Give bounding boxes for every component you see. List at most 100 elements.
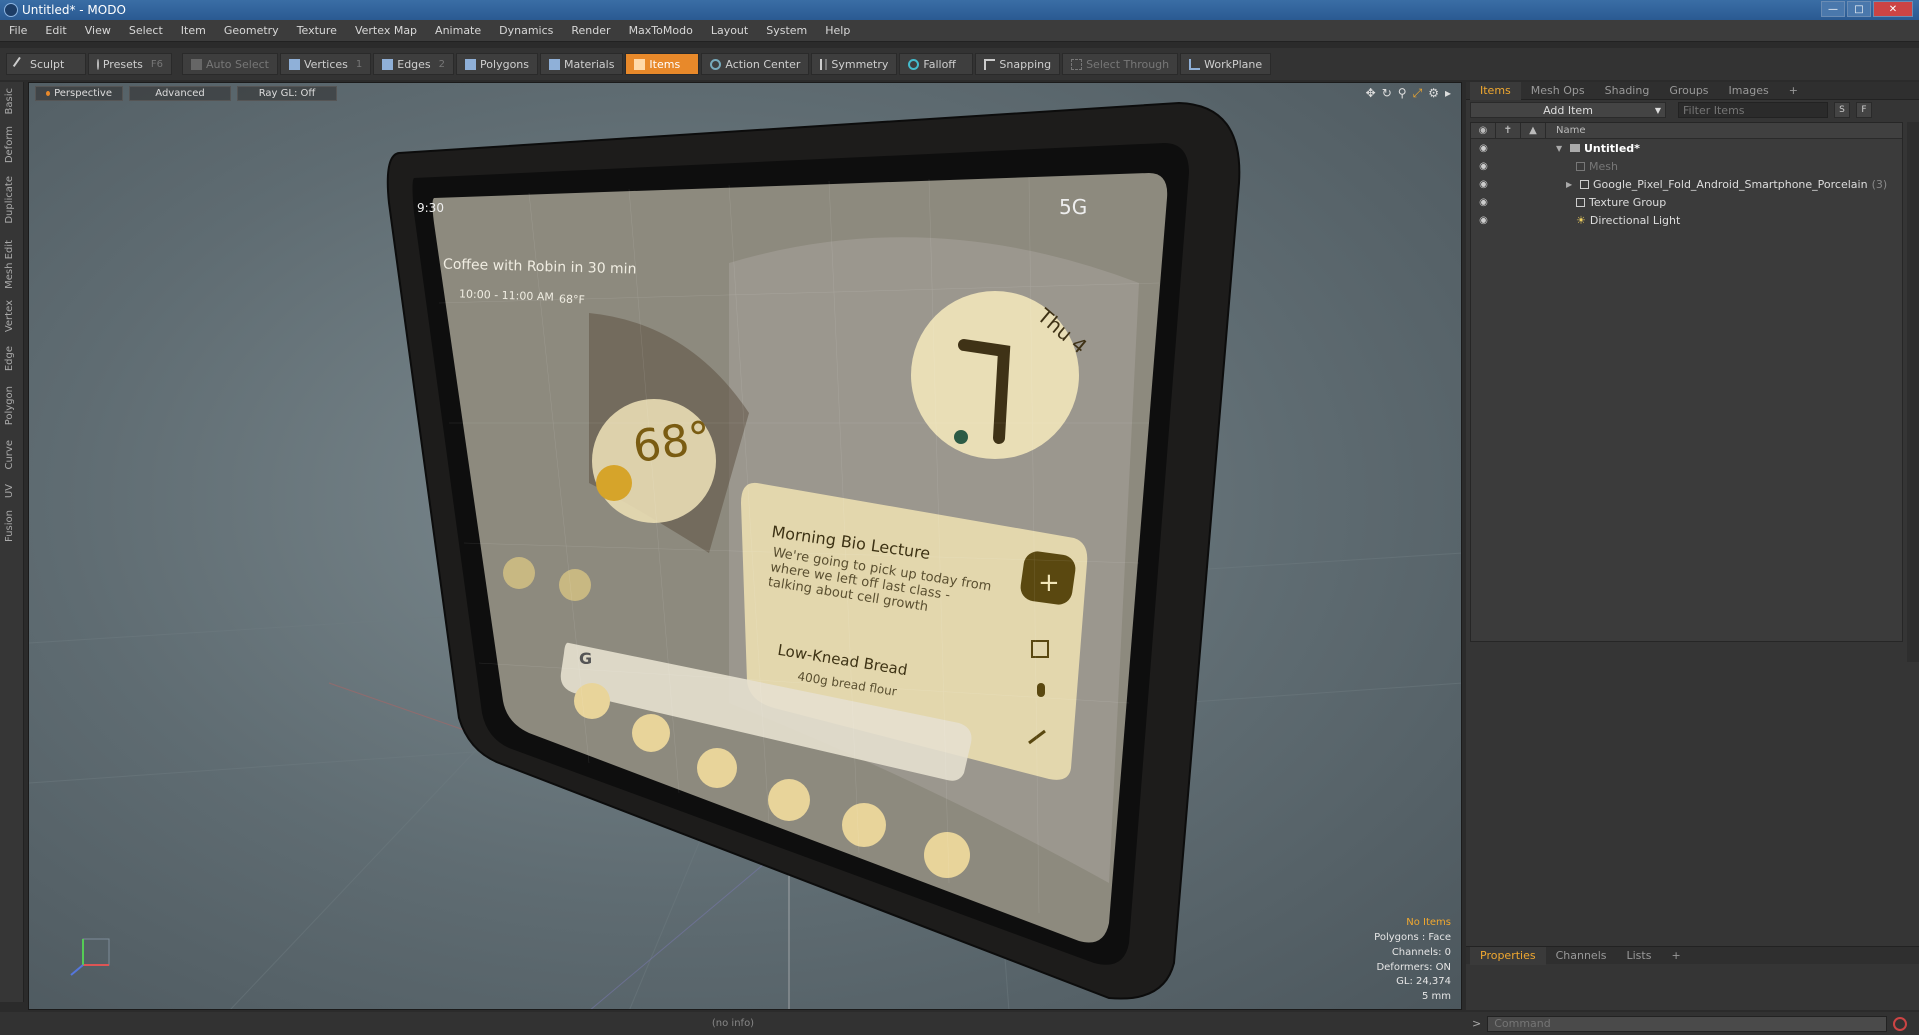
tab-lists[interactable]: Lists [1617,947,1662,965]
tab-duplicate[interactable]: Duplicate [4,176,15,224]
expand-arrow-icon[interactable]: ▸ [1445,86,1451,101]
tab-uv[interactable]: UV [4,484,15,498]
maximize-icon[interactable]: ⤢ [1413,86,1423,101]
menu-dynamics[interactable]: Dynamics [490,20,562,42]
action-center-button[interactable]: Action Center [701,53,810,75]
edges-button[interactable]: Edges 2 [373,53,455,75]
tab-curve[interactable]: Curve [4,440,15,470]
eye-icon[interactable]: ◉ [1471,197,1496,208]
close-button[interactable]: ✕ [1873,1,1913,17]
viewport-info: No Items Polygons : Face Channels: 0 Def… [1374,916,1451,1005]
tab-vertex[interactable]: Vertex [4,300,15,332]
vertices-shortcut: 1 [355,58,363,70]
maximize-button[interactable]: □ [1847,1,1871,17]
add-tab-icon[interactable]: + [1661,947,1690,965]
rotate-icon[interactable]: ↻ [1382,86,1392,101]
sculpt-button[interactable]: Sculpt [6,53,86,75]
tab-edge[interactable]: Edge [4,346,15,371]
tab-shading[interactable]: Shading [1595,82,1660,100]
tree-item-label: Google_Pixel_Fold_Android_Smartphone_Por… [1593,177,1868,191]
tab-polygon[interactable]: Polygon [4,386,15,425]
tree-row-directional-light[interactable]: ◉ ☀ Directional Light [1471,211,1902,229]
tree-row-phone[interactable]: ◉ ▶ Google_Pixel_Fold_Android_Smartphone… [1471,175,1902,193]
view-mode-dropdown[interactable]: Perspective [35,85,123,101]
menu-file[interactable]: File [0,20,36,42]
tab-channels[interactable]: Channels [1546,947,1617,965]
tab-basic[interactable]: Basic [4,88,15,114]
menu-render[interactable]: Render [562,20,619,42]
menu-item[interactable]: Item [172,20,215,42]
expand-triangle-icon[interactable]: ▶ [1566,180,1576,189]
menu-help[interactable]: Help [816,20,859,42]
polygons-icon [465,58,477,70]
falloff-button[interactable]: Falloff [899,53,974,75]
workplane-button[interactable]: WorkPlane [1180,53,1272,75]
add-tab-icon[interactable]: + [1779,82,1808,100]
menu-view[interactable]: View [76,20,120,42]
snapping-button[interactable]: Snapping [975,53,1061,75]
command-input[interactable] [1487,1015,1888,1032]
tab-deform[interactable]: Deform [4,126,15,163]
minimize-button[interactable]: — [1821,1,1845,17]
materials-button[interactable]: Materials [540,53,624,75]
eye-icon[interactable]: ◉ [1471,179,1496,190]
eye-icon[interactable]: ◉ [1471,143,1496,154]
tree-row-untitled[interactable]: ◉ ▼ Untitled* [1471,139,1902,157]
pan-icon[interactable]: ✥ [1366,86,1376,101]
tree-header: ◉ ✝ ▲ Name [1471,122,1902,139]
channels-info: Channels: 0 [1391,946,1451,958]
tab-groups[interactable]: Groups [1659,82,1718,100]
add-item-button[interactable]: Add Item ▼ [1470,102,1666,118]
menu-vertex-map[interactable]: Vertex Map [346,20,426,42]
visibility-column-icon[interactable]: ◉ [1471,122,1496,139]
shading-dropdown[interactable]: Advanced [129,85,231,101]
menu-system[interactable]: System [757,20,816,42]
filter-items-input[interactable] [1678,102,1828,118]
eye-icon[interactable]: ◉ [1471,161,1496,172]
raygl-toggle[interactable]: Ray GL: Off [237,85,337,101]
s-button[interactable]: S [1834,102,1850,118]
tab-items[interactable]: Items [1470,81,1521,100]
auto-select-button[interactable]: Auto Select [182,53,278,75]
select-through-label: Select Through [1086,57,1170,71]
settings-icon[interactable]: ⚙ [1428,86,1439,101]
menu-geometry[interactable]: Geometry [215,20,288,42]
record-icon[interactable] [1893,1016,1908,1031]
items-toolbar: Add Item ▼ S F [1466,100,1919,120]
deformers-info: Deformers: ON [1376,961,1451,973]
symmetry-button[interactable]: Symmetry [811,53,898,75]
vertices-button[interactable]: Vertices 1 [279,53,372,75]
select-through-button[interactable]: Select Through [1062,53,1179,75]
items-button[interactable]: Items [625,53,700,75]
menu-maxtomodo[interactable]: MaxToModo [620,20,702,42]
tab-properties[interactable]: Properties [1470,946,1546,965]
tree-row-texture-group[interactable]: ◉ Texture Group [1471,193,1902,211]
3d-viewport[interactable]: + 9:30 5G Coffee with Robin in 30 min 10… [28,82,1462,1010]
tab-mesh-ops[interactable]: Mesh Ops [1521,82,1595,100]
render-column-icon[interactable]: ▲ [1521,122,1546,139]
tab-images[interactable]: Images [1719,82,1779,100]
main-toolbar: Sculpt Presets F6 Auto Select Vertices 1… [0,48,1919,80]
home-app-icon [924,832,970,878]
menu-animate[interactable]: Animate [426,20,490,42]
zoom-icon[interactable]: ⚲ [1398,86,1407,101]
tab-mesh-edit[interactable]: Mesh Edit [4,240,15,289]
chrome-app-icon [697,748,737,788]
lock-column-icon[interactable]: ✝ [1496,122,1521,139]
menu-bar: File Edit View Select Item Geometry Text… [0,20,1919,42]
items-scrollbar[interactable] [1907,122,1919,662]
menu-layout[interactable]: Layout [702,20,757,42]
expand-triangle-icon[interactable]: ▼ [1556,144,1566,153]
presets-button[interactable]: Presets F6 [88,53,172,75]
menu-texture[interactable]: Texture [288,20,346,42]
menu-edit[interactable]: Edit [36,20,75,42]
tab-fusion[interactable]: Fusion [4,510,15,542]
google-search-glyph: G [579,649,593,668]
f-button[interactable]: F [1856,102,1872,118]
window-controls: — □ ✕ [1821,1,1913,17]
eye-icon[interactable]: ◉ [1471,215,1496,226]
menu-select[interactable]: Select [120,20,172,42]
name-column-header[interactable]: Name [1546,125,1586,136]
tree-row-mesh[interactable]: ◉ Mesh [1471,157,1902,175]
polygons-button[interactable]: Polygons [456,53,538,75]
